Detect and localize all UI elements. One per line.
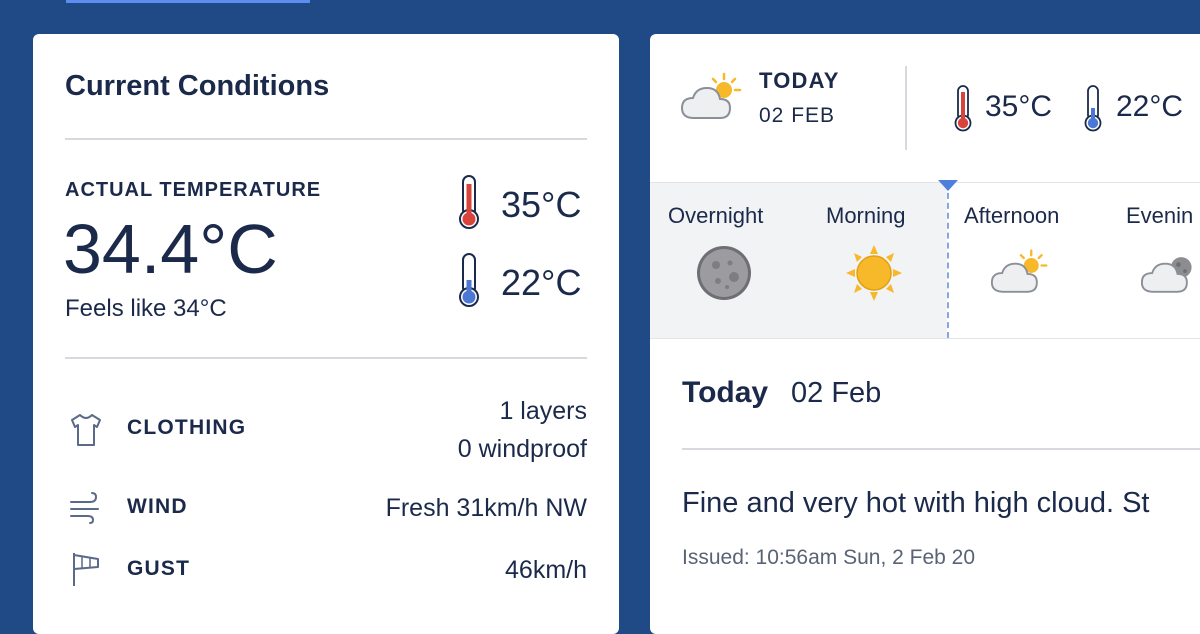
- current-conditions-card: Current Conditions ACTUAL TEMPERATURE 34…: [33, 34, 619, 634]
- divider: [682, 448, 1200, 450]
- shirt-icon: [71, 414, 101, 446]
- cloudy-night-icon: [1140, 257, 1192, 293]
- gust-value: 46km/h: [505, 556, 587, 584]
- thermometer-cold-icon: [459, 253, 479, 307]
- issued-timestamp: Issued: 10:56am Sun, 2 Feb 20: [682, 546, 976, 569]
- current-time-marker: [947, 183, 949, 338]
- thermometer-hot-icon: [459, 175, 479, 229]
- actual-temperature-value: 34.4°C: [63, 210, 278, 288]
- vertical-divider: [905, 66, 907, 150]
- thermometer-hot-icon: [954, 85, 972, 132]
- detail-date: 02 Feb: [791, 377, 882, 409]
- actual-temperature-label: ACTUAL TEMPERATURE: [65, 179, 322, 201]
- partly-cloudy-icon: [990, 249, 1048, 293]
- period-strip: Overnight Morning Afternoon Evenin: [650, 180, 1200, 339]
- sun-icon: [846, 245, 902, 301]
- moon-icon: [697, 246, 751, 300]
- max-temperature: 35°C: [501, 184, 582, 225]
- clothing-label: CLOTHING: [127, 416, 247, 439]
- feels-like-text: Feels like 34°C: [65, 295, 227, 322]
- period-overnight-label[interactable]: Overnight: [668, 203, 763, 229]
- wind-label: WIND: [127, 495, 188, 518]
- thermometer-cold-icon: [1084, 85, 1102, 132]
- divider: [65, 357, 587, 359]
- partly-cloudy-icon: [680, 72, 742, 119]
- card-title: Current Conditions: [65, 70, 330, 102]
- gust-label: GUST: [127, 557, 191, 580]
- wind-value: Fresh 31km/h NW: [385, 494, 587, 522]
- active-tab-indicator: [66, 0, 310, 3]
- current-time-pointer-icon: [938, 180, 958, 191]
- clothing-windproof: 0 windproof: [457, 435, 587, 463]
- forecast-card: TODAY 02 FEB 35°C 22°C Overnight Morning: [650, 34, 1200, 634]
- windsock-icon: [73, 553, 99, 586]
- period-afternoon-label[interactable]: Afternoon: [964, 203, 1059, 229]
- period-morning-label[interactable]: Morning: [826, 203, 905, 229]
- today-label: TODAY: [759, 68, 840, 93]
- divider: [65, 138, 587, 140]
- wind-icon: [70, 492, 99, 524]
- period-evening-label[interactable]: Evenin: [1126, 203, 1193, 229]
- min-temperature: 22°C: [501, 262, 582, 303]
- today-date: 02 FEB: [759, 104, 836, 127]
- forecast-min-temperature: 22°C: [1116, 90, 1184, 123]
- clothing-layers: 1 layers: [499, 397, 587, 425]
- forecast-summary: Fine and very hot with high cloud. St: [682, 487, 1150, 519]
- detail-day-title: Today: [682, 376, 769, 409]
- forecast-max-temperature: 35°C: [985, 90, 1053, 123]
